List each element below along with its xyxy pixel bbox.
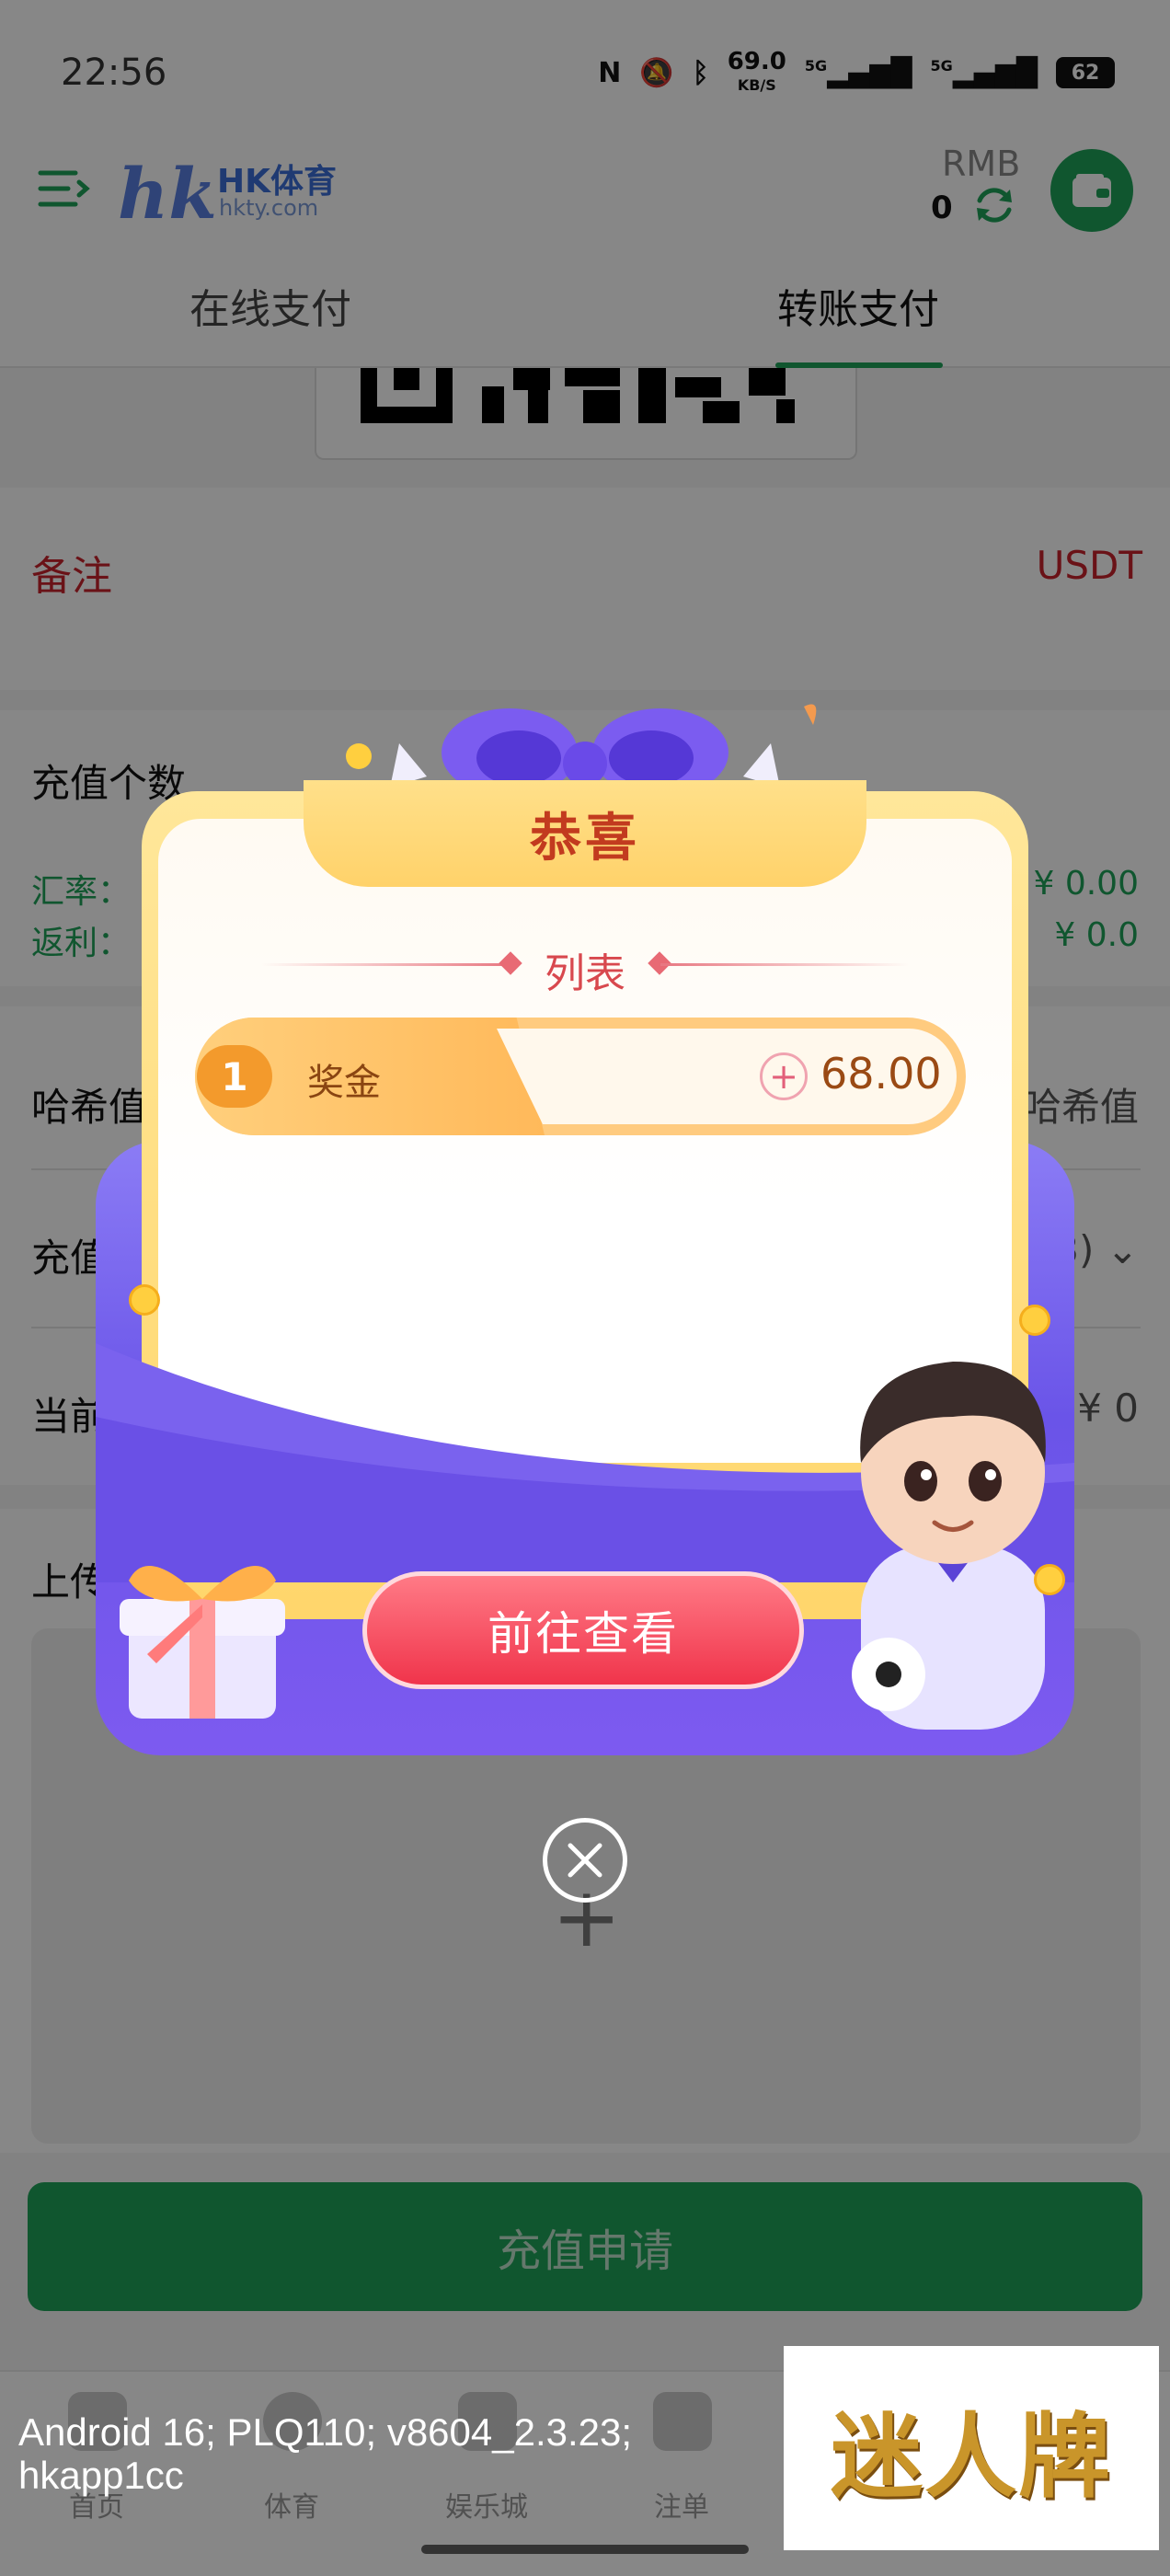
prize-index: 1 xyxy=(197,1045,272,1108)
coin-decoration xyxy=(1019,1305,1050,1336)
brand-text: 迷人牌 xyxy=(831,2401,1112,2511)
view-details-button[interactable]: 前往查看 xyxy=(362,1571,804,1689)
plus-icon: + xyxy=(760,1052,808,1100)
coin-decoration xyxy=(1034,1564,1065,1595)
device-info: Android 16; PLQ110; v8604_2.3.23; hkapp1… xyxy=(18,2410,633,2498)
brand-logo: 迷人牌 xyxy=(784,2346,1159,2550)
gift-box-decoration xyxy=(120,1566,285,1719)
divider xyxy=(660,963,909,966)
list-title: 列表 xyxy=(545,950,625,997)
home-indicator[interactable] xyxy=(421,2545,749,2554)
modal-title-tab: 恭喜 xyxy=(304,780,866,887)
close-modal-button[interactable] xyxy=(543,1818,627,1903)
prize-label: 奖金 xyxy=(307,1062,381,1104)
mascot-boy-illustration xyxy=(852,1362,1046,1730)
prize-amount: 68.00 xyxy=(820,1049,942,1098)
modal-title: 恭喜 xyxy=(530,808,640,868)
coin-decoration xyxy=(129,1284,160,1316)
close-icon xyxy=(568,1843,602,1878)
